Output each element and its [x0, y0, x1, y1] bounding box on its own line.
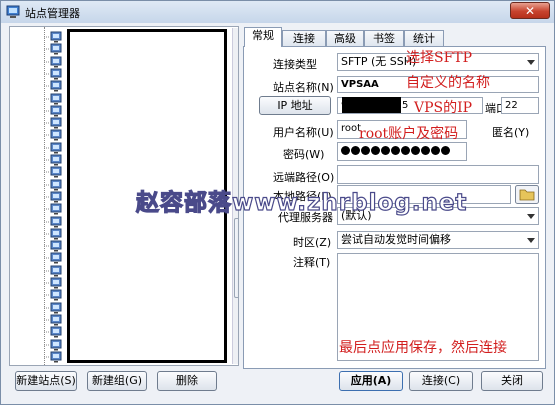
site-node-icon[interactable] — [40, 203, 62, 215]
site-node-icon[interactable] — [40, 228, 62, 240]
site-node-icon[interactable] — [40, 105, 62, 117]
password-dot — [411, 145, 420, 155]
password-dots — [341, 145, 451, 156]
chevron-down-icon — [527, 214, 535, 219]
tab-connection[interactable]: 连接 — [282, 30, 326, 46]
site-node-icon[interactable] — [40, 351, 62, 363]
password-dot — [401, 145, 410, 155]
new-group-button[interactable]: 新建组(G) — [87, 371, 147, 391]
grip-line — [238, 261, 239, 262]
site-node-icon[interactable] — [40, 31, 62, 43]
site-node-icon[interactable] — [40, 154, 62, 166]
remote-path-field[interactable] — [337, 165, 539, 184]
site-node-icon[interactable] — [40, 179, 62, 191]
chevron-down-icon — [527, 238, 535, 243]
window-close-button[interactable]: ✕ — [510, 2, 550, 19]
annotation-final-note: 最后点应用保存，然后连接 — [339, 340, 507, 356]
password-dot — [381, 145, 390, 155]
site-name-label: 站点名称(N) — [273, 81, 334, 94]
timezone-value: 尝试自动发觉时间偏移 — [341, 233, 451, 246]
site-node-icon[interactable] — [40, 265, 62, 277]
conn-type-value: SFTP (无 SSH) — [341, 55, 417, 68]
tab-bookmarks[interactable]: 书签 — [364, 30, 404, 46]
site-node-icon[interactable] — [40, 93, 62, 105]
apply-button[interactable]: 应用(A) — [339, 371, 403, 391]
anonymous-label[interactable]: 匿名(Y) — [492, 124, 529, 140]
annotation-vps-ip: VPS的IP — [414, 100, 473, 116]
tab-advanced[interactable]: 高级 — [326, 30, 364, 46]
chevron-down-icon — [527, 60, 535, 65]
password-dot — [361, 145, 370, 155]
site-node-icon[interactable] — [40, 289, 62, 301]
watermark: 赵容部落www.zhrblog.net — [135, 189, 468, 216]
password-field[interactable] — [337, 142, 467, 161]
site-node-icon[interactable] — [40, 68, 62, 80]
password-dot — [351, 145, 360, 155]
site-node-icon[interactable] — [40, 302, 62, 314]
password-dot — [431, 145, 440, 155]
site-manager-window: 站点管理器 ✕ 常规 连接 高级 书签 统计 连接类型 SFTP (无 SSH)… — [0, 0, 555, 405]
site-manager-icon — [6, 5, 20, 18]
site-node-icon[interactable] — [40, 191, 62, 203]
notes-label: 注释(T) — [293, 256, 331, 269]
site-node-icon[interactable] — [40, 166, 62, 178]
site-node-icon[interactable] — [40, 277, 62, 289]
user-name-label: 用户名称(U) — [273, 126, 334, 139]
tab-statistics[interactable]: 统计 — [404, 30, 444, 46]
annotation-root-account: root账户及密码 — [359, 126, 459, 142]
password-dot — [391, 145, 400, 155]
connect-button[interactable]: 连接(C) — [409, 371, 473, 391]
site-node-icon[interactable] — [40, 142, 62, 154]
new-site-button[interactable]: 新建站点(S) — [15, 371, 77, 391]
conn-type-label: 连接类型 — [273, 58, 317, 71]
grip-line — [238, 258, 239, 259]
annotation-custom-name: 自定义的名称 — [406, 75, 490, 91]
site-node-icon[interactable] — [40, 56, 62, 68]
annotation-choose-sftp: 选择SFTP — [406, 50, 473, 66]
window-title: 站点管理器 — [25, 7, 80, 20]
password-label: 密码(W) — [283, 148, 325, 161]
site-node-icon[interactable] — [40, 240, 62, 252]
site-node-icon[interactable] — [40, 117, 62, 129]
ip-suffix: 5 — [402, 100, 409, 111]
ip-redaction — [342, 97, 401, 113]
port-field[interactable]: 22 — [501, 97, 539, 114]
site-node-icon[interactable] — [40, 129, 62, 141]
password-dot — [441, 145, 450, 155]
password-dot — [371, 145, 380, 155]
grip-line — [238, 255, 239, 256]
close-button[interactable]: 关闭 — [481, 371, 543, 391]
site-node-icon[interactable] — [40, 216, 62, 228]
scroll-thumb[interactable] — [234, 218, 239, 298]
site-node-icon[interactable] — [40, 43, 62, 55]
timezone-label: 时区(Z) — [293, 236, 332, 249]
site-node-icon[interactable] — [40, 252, 62, 264]
site-node-icon[interactable] — [40, 314, 62, 326]
delete-button[interactable]: 删除 — [157, 371, 217, 391]
site-node-icon[interactable] — [40, 80, 62, 92]
title-bar[interactable]: 站点管理器 ✕ — [1, 1, 554, 23]
password-dot — [341, 145, 350, 155]
timezone-select[interactable]: 尝试自动发觉时间偏移 — [337, 231, 539, 249]
password-dot — [421, 145, 430, 155]
tab-general[interactable]: 常规 — [244, 27, 282, 47]
site-node-icon[interactable] — [40, 326, 62, 338]
site-node-icon[interactable] — [40, 339, 62, 351]
ip-address-button[interactable]: IP 地址 — [259, 96, 331, 115]
folder-open-icon[interactable] — [515, 185, 539, 204]
